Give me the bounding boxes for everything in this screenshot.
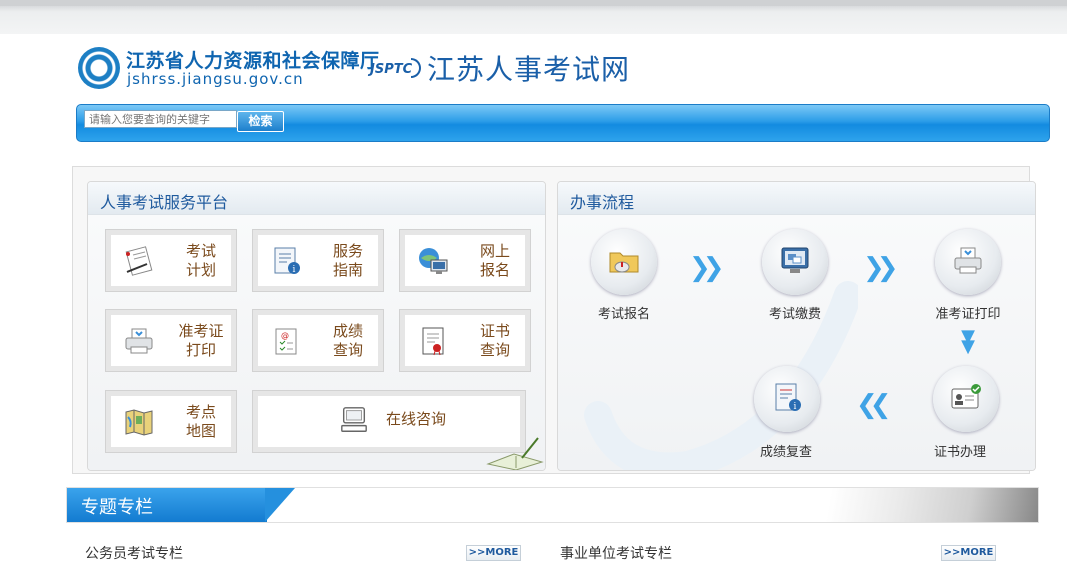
service-online-registration[interactable]: 网上 报名 [399, 229, 531, 292]
service-guide[interactable]: i 服务 指南 [252, 229, 384, 292]
browser-top-strip [0, 0, 1067, 34]
score-checklist-icon: @ [275, 328, 297, 355]
document-info-icon: i [775, 383, 801, 412]
service-admission-print[interactable]: 准考证 打印 [105, 309, 237, 372]
process-panel-title: 办事流程 [570, 193, 635, 212]
step-label: 考试报名 [597, 307, 650, 322]
more-label: MORE [960, 547, 994, 558]
double-chevron-right-icon: ❯❯ [863, 253, 898, 283]
topics-tab-edge [265, 488, 295, 522]
org-name[interactable]: 江苏省人力资源和社会保障厅 [126, 46, 380, 73]
step-admission-print[interactable] [935, 229, 1001, 295]
payment-screen-icon [781, 247, 809, 273]
service-label: 在线咨询 [385, 410, 446, 428]
service-label: 证书 查询 [479, 322, 510, 359]
folder-mouse-icon [609, 252, 639, 273]
search-input[interactable] [84, 110, 237, 128]
step-score-review[interactable]: i [754, 366, 820, 432]
double-chevron-left-icon: ❮❮ [856, 390, 891, 420]
document-pen-icon [125, 246, 153, 276]
guide-info-icon: i [274, 247, 300, 275]
process-flow-panel: 办事流程 考试报名 ❯❯ 考试缴费 ❯❯ 准考证打印 ▼ ▼ i 成绩复查 ❮❮… [557, 181, 1036, 471]
site-title[interactable]: 江苏人事考试网 [427, 48, 630, 88]
jsptc-arc-icon [411, 58, 421, 78]
step-certificate-handling[interactable] [933, 366, 999, 432]
jsptc-logo: JSPTC [370, 62, 413, 77]
topics-title: 专题专栏 [81, 497, 153, 518]
notebook-pen-icon [486, 437, 544, 470]
service-exam-map[interactable]: 考点 地图 [105, 390, 237, 453]
double-chevron-down-icon: ▼ ▼ [961, 326, 975, 357]
civil-servant-column-title[interactable]: 公务员考试专栏 [85, 543, 183, 563]
hrss-emblem-icon [78, 47, 120, 89]
topics-bar: 专题专栏 [66, 487, 1039, 523]
step-label: 证书办理 [933, 445, 986, 460]
service-online-consult[interactable]: 在线咨询 [252, 390, 526, 453]
double-chevron-right-icon: ❯❯ [689, 253, 724, 283]
step-exam-payment[interactable] [762, 229, 828, 295]
certificate-icon [422, 327, 444, 356]
service-label: 准考证 打印 [178, 322, 224, 359]
svg-text:@: @ [281, 331, 289, 340]
service-certificate-query[interactable]: 证书 查询 [399, 309, 531, 372]
process-panel-header: 办事流程 [558, 182, 1035, 215]
org-url[interactable]: jshrss.jiangsu.gov.cn [127, 70, 304, 88]
service-panel-title: 人事考试服务平台 [100, 193, 229, 212]
search-button[interactable]: 检索 [237, 111, 284, 132]
step-label: 成绩复查 [759, 445, 812, 460]
more-label: MORE [485, 547, 519, 558]
open-book-image [808, 488, 1038, 522]
globe-computer-icon [419, 248, 448, 274]
service-panel-header: 人事考试服务平台 [88, 182, 545, 215]
svg-text:i: i [293, 265, 296, 275]
service-label: 考点 地图 [185, 403, 216, 440]
service-score-query[interactable]: @ 成绩 查询 [252, 309, 384, 372]
service-platform-panel: 人事考试服务平台 考试 计划 i 服务 指南 网上 报名 准考证 打印 @ 成绩… [87, 181, 546, 471]
svg-text:i: i [794, 402, 797, 412]
service-label: 考试 计划 [185, 242, 216, 279]
map-icon [125, 409, 153, 436]
service-exam-plan[interactable]: 考试 计划 [105, 229, 237, 292]
service-label: 成绩 查询 [332, 322, 363, 359]
computer-icon [341, 407, 367, 432]
step-exam-registration[interactable] [591, 229, 657, 295]
step-label: 考试缴费 [768, 307, 821, 322]
printer-icon [954, 247, 982, 274]
service-label: 网上 报名 [479, 242, 510, 279]
service-label: 服务 指南 [332, 242, 363, 279]
id-card-check-icon [951, 384, 981, 409]
public-institution-column-title[interactable]: 事业单位考试专栏 [560, 543, 672, 563]
printer-icon [125, 328, 153, 354]
step-label: 准考证打印 [935, 307, 1001, 322]
